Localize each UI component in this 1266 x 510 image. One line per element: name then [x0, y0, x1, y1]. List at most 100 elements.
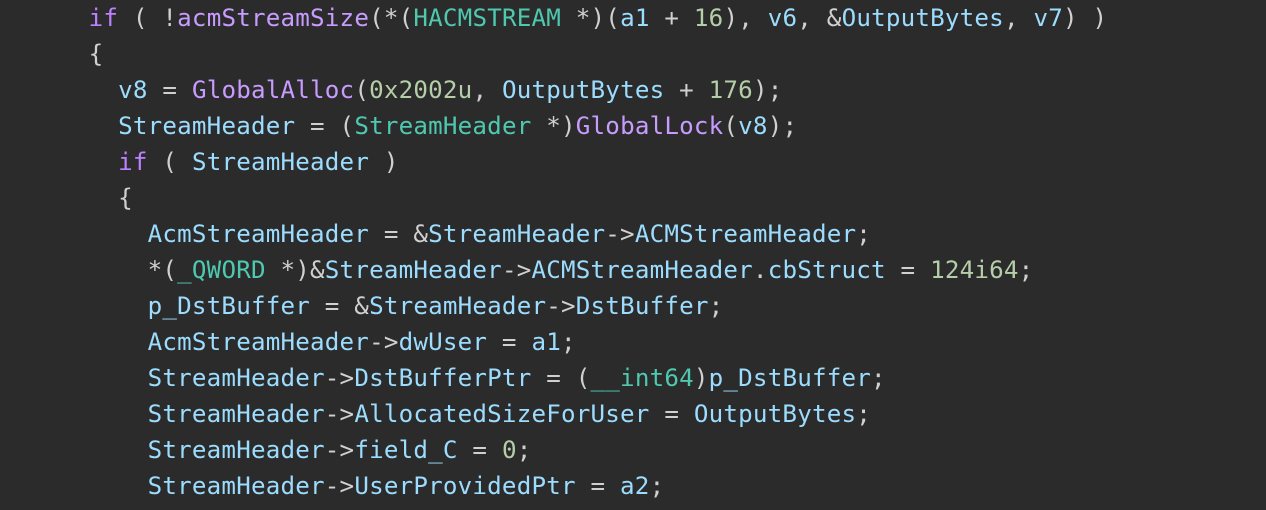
code-token-op: =	[650, 400, 694, 428]
code-token-op: ;	[709, 292, 724, 320]
code-token-op: (*(	[369, 4, 413, 32]
code-token-op: ,	[1004, 4, 1034, 32]
code-token-var: a2	[620, 472, 650, 500]
code-token-type: StreamHeader	[354, 112, 531, 140]
code-token-op: (	[148, 148, 192, 176]
code-token-op: )	[694, 364, 709, 392]
code-token-var: AcmStreamHeader	[148, 220, 369, 248]
code-token-kw: if	[89, 4, 119, 32]
code-token-op: ;	[650, 472, 665, 500]
code-line: AcmStreamHeader = &StreamHeader->ACMStre…	[0, 220, 871, 248]
code-line: {	[0, 184, 133, 212]
code-token-var: OutputBytes	[842, 4, 1004, 32]
code-token-var: OutputBytes	[502, 76, 664, 104]
code-line: if ( !acmStreamSize(*(HACMSTREAM *)(a1 +…	[0, 4, 1107, 32]
code-token-var: cbStruct	[768, 256, 886, 284]
code-token-op: ->	[325, 472, 355, 500]
code-token-op: ;	[1019, 256, 1034, 284]
code-token-op: ) )	[1063, 4, 1107, 32]
code-token-var: v8	[118, 76, 148, 104]
code-token-num: 0x2002u	[369, 76, 472, 104]
code-token-op: *)	[531, 112, 575, 140]
code-token-var: AllocatedSizeForUser	[354, 400, 649, 428]
code-token-var: StreamHeader	[148, 472, 325, 500]
code-line: AcmStreamHeader->dwUser = a1;	[0, 328, 576, 356]
code-token-op: = (	[531, 364, 590, 392]
code-token-op: =	[148, 76, 192, 104]
code-token-op: ;	[517, 436, 532, 464]
code-token-type: HACMSTREAM	[413, 4, 561, 32]
code-token-var: ACMStreamHeader	[635, 220, 856, 248]
code-token-type: __int64	[591, 364, 694, 392]
code-token-op: *)(	[561, 4, 620, 32]
code-token-num: 16	[694, 4, 724, 32]
code-token-fn: GlobalAlloc	[192, 76, 354, 104]
code-token-num: 124i64	[930, 256, 1019, 284]
code-token-var: AcmStreamHeader	[148, 328, 369, 356]
code-token-var: DstBufferPtr	[354, 364, 531, 392]
code-token-op: ;	[856, 400, 871, 428]
code-token-op: ->	[605, 220, 635, 248]
code-token-op: (	[723, 112, 738, 140]
code-token-var: StreamHeader	[148, 436, 325, 464]
code-token-op: *(	[148, 256, 178, 284]
code-line: {	[0, 40, 103, 68]
code-token-op: +	[664, 76, 708, 104]
code-token-op: ->	[325, 436, 355, 464]
code-token-var: field_C	[354, 436, 457, 464]
code-token-op: =	[487, 328, 531, 356]
code-token-op: ,	[472, 76, 502, 104]
code-line: StreamHeader->AllocatedSizeForUser = Out…	[0, 400, 871, 428]
code-token-op: )	[369, 148, 399, 176]
code-line: p_DstBuffer = &StreamHeader->DstBuffer;	[0, 292, 723, 320]
code-token-op: (	[354, 76, 369, 104]
code-token-num: 0	[502, 436, 517, 464]
code-token-op: ->	[325, 400, 355, 428]
code-token-op: );	[768, 112, 798, 140]
code-token-op: = &	[310, 292, 369, 320]
code-token-var: StreamHeader	[325, 256, 502, 284]
code-token-op: ->	[325, 364, 355, 392]
code-token-op: );	[753, 76, 783, 104]
code-line: StreamHeader->DstBufferPtr = (__int64)p_…	[0, 364, 886, 392]
code-line: v8 = GlobalAlloc(0x2002u, OutputBytes + …	[0, 76, 782, 104]
code-token-op: {	[118, 184, 133, 212]
code-token-op: ->	[546, 292, 576, 320]
code-token-var: p_DstBuffer	[709, 364, 871, 392]
code-token-var: v6	[768, 4, 798, 32]
code-token-op: .	[753, 256, 768, 284]
code-token-var: StreamHeader	[428, 220, 605, 248]
code-line: if ( StreamHeader )	[0, 148, 399, 176]
code-token-kw: if	[118, 148, 148, 176]
code-token-var: UserProvidedPtr	[354, 472, 575, 500]
code-line: StreamHeader->UserProvidedPtr = a2;	[0, 472, 664, 500]
code-token-op: +	[650, 4, 694, 32]
code-token-op: ;	[856, 220, 871, 248]
code-token-fn: GlobalLock	[576, 112, 724, 140]
code-token-var: OutputBytes	[694, 400, 856, 428]
code-token-var: StreamHeader	[192, 148, 369, 176]
code-token-op: {	[89, 40, 104, 68]
code-token-var: a1	[620, 4, 650, 32]
code-token-op: ( !	[118, 4, 177, 32]
code-token-op: =	[576, 472, 620, 500]
code-token-op: , &	[797, 4, 841, 32]
code-token-op: = (	[295, 112, 354, 140]
code-token-fn: acmStreamSize	[177, 4, 369, 32]
code-token-op: *)&	[266, 256, 325, 284]
code-token-op: = &	[369, 220, 428, 248]
code-token-var: p_DstBuffer	[148, 292, 310, 320]
code-token-op: =	[458, 436, 502, 464]
code-token-var: StreamHeader	[369, 292, 546, 320]
code-line: StreamHeader = (StreamHeader *)GlobalLoc…	[0, 112, 797, 140]
code-token-var: StreamHeader	[148, 400, 325, 428]
code-token-var: ACMStreamHeader	[531, 256, 752, 284]
code-token-op: ;	[871, 364, 886, 392]
code-token-var: v7	[1033, 4, 1063, 32]
code-token-type: _QWORD	[177, 256, 266, 284]
code-token-op: ;	[561, 328, 576, 356]
code-token-var: StreamHeader	[118, 112, 295, 140]
code-token-op: =	[886, 256, 930, 284]
code-token-var: dwUser	[399, 328, 488, 356]
code-token-op: ->	[502, 256, 532, 284]
